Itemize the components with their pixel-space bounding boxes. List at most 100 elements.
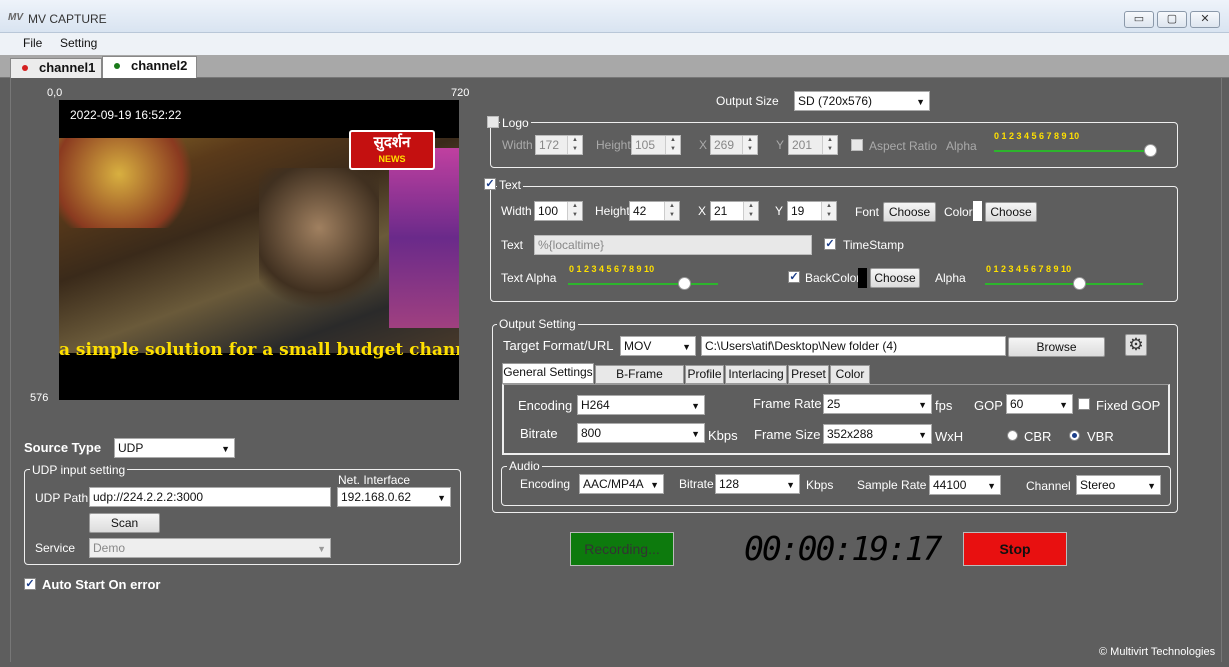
auto-start-checkbox[interactable]: ✓ xyxy=(24,578,36,590)
tab-profile[interactable]: Profile xyxy=(685,365,724,384)
chevron-down-icon: ▼ xyxy=(918,430,927,440)
tab-color[interactable]: Color xyxy=(830,365,870,384)
text-text-input[interactable]: %{localtime} xyxy=(534,235,812,255)
fixed-gop-checkbox[interactable] xyxy=(1078,398,1090,410)
tab-channel1[interactable]: channel1 xyxy=(10,58,102,78)
text-height-value: 42 xyxy=(633,204,647,218)
logo-alpha-label: Alpha xyxy=(946,139,977,153)
text-width-input[interactable]: 100 ▲ ▼ xyxy=(534,201,583,221)
slider-thumb[interactable] xyxy=(1073,277,1086,290)
channel2-status-dot xyxy=(114,63,120,69)
udp-path-input[interactable]: udp://224.2.2.2:3000 xyxy=(89,487,331,507)
chevron-down-icon: ▼ xyxy=(1059,400,1068,410)
cbr-radio[interactable] xyxy=(1007,430,1018,441)
audio-channel-select[interactable]: Stereo ▼ xyxy=(1076,475,1161,495)
title-bar: MV MV CAPTURE ▭ ▢ ✕ xyxy=(0,0,1229,33)
target-format-label: Target Format/URL xyxy=(503,338,614,353)
encoding-value: H264 xyxy=(581,398,610,412)
minimize-button[interactable]: ▭ xyxy=(1124,11,1154,28)
spin-icon[interactable]: ▲ ▼ xyxy=(742,136,757,154)
spin-icon[interactable]: ▲ ▼ xyxy=(567,136,582,154)
sample-rate-label: Sample Rate xyxy=(857,478,927,492)
target-path-input[interactable]: C:\Users\atif\Desktop\New folder (4) xyxy=(701,336,1006,356)
encoding-select[interactable]: H264 ▼ xyxy=(577,395,705,415)
tab-channel2-label: channel2 xyxy=(131,58,188,73)
slider-track xyxy=(994,150,1148,152)
tab-interlacing[interactable]: Interlacing xyxy=(725,365,787,384)
text-alpha-slider[interactable] xyxy=(568,277,728,291)
text-y-input[interactable]: 19 ▲ ▼ xyxy=(787,201,837,221)
tab-preset[interactable]: Preset xyxy=(788,365,829,384)
audio-encoding-value: AAC/MP4A xyxy=(583,477,644,491)
logo-height-label: Height xyxy=(596,138,631,152)
logo-width-input[interactable]: 172 ▲ ▼ xyxy=(535,135,583,155)
logo-y-label: Y xyxy=(776,138,785,152)
backcolor-checkbox[interactable]: ✓ xyxy=(788,271,800,283)
vbr-radio[interactable] xyxy=(1069,430,1080,441)
spin-icon[interactable]: ▲ ▼ xyxy=(665,136,680,154)
backcolor-swatch xyxy=(858,268,867,288)
tab-bframe-settings[interactable]: B-Frame settings xyxy=(595,365,684,398)
bitrate-label: Bitrate xyxy=(520,426,558,441)
tab-general-settings[interactable]: General Settings xyxy=(502,363,594,384)
preview-scene-garland xyxy=(389,148,459,328)
target-format-select[interactable]: MOV ▼ xyxy=(620,336,696,356)
recording-button[interactable]: Recording... xyxy=(570,532,674,566)
service-select[interactable]: Demo ▼ xyxy=(89,538,331,558)
close-button[interactable]: ✕ xyxy=(1190,11,1220,28)
color-choose-button[interactable]: Choose xyxy=(985,202,1037,222)
slider-track xyxy=(568,283,718,285)
service-value: Demo xyxy=(93,541,126,555)
sample-rate-select[interactable]: 44100 ▼ xyxy=(929,475,1001,495)
back-alpha-slider[interactable] xyxy=(985,277,1145,291)
logo-width-label: Width xyxy=(502,138,533,152)
slider-thumb[interactable] xyxy=(678,277,691,290)
spin-icon[interactable]: ▲ ▼ xyxy=(664,202,679,220)
timestamp-checkbox[interactable]: ✓ xyxy=(824,238,836,250)
logo-x-input[interactable]: 269 ▲ ▼ xyxy=(710,135,758,155)
bitrate-select[interactable]: 800 ▼ xyxy=(577,423,705,443)
frame-rate-select[interactable]: 25 ▼ xyxy=(823,394,932,414)
source-type-select[interactable]: UDP ▼ xyxy=(114,438,235,458)
logo-checkbox[interactable] xyxy=(487,116,499,128)
aspect-ratio-checkbox[interactable] xyxy=(851,139,863,151)
tab-channel2[interactable]: channel2 xyxy=(102,56,197,78)
output-setting-label: Output Setting xyxy=(497,317,578,331)
text-checkbox[interactable]: ✓ xyxy=(484,178,496,190)
logo-y-input[interactable]: 201 ▲ ▼ xyxy=(788,135,838,155)
tab-channel1-label: channel1 xyxy=(39,60,96,75)
logo-height-input[interactable]: 105 ▲ ▼ xyxy=(631,135,681,155)
spin-icon[interactable]: ▲ ▼ xyxy=(822,136,837,154)
logo-alpha-slider[interactable] xyxy=(994,144,1157,158)
frame-size-select[interactable]: 352x288 ▼ xyxy=(823,424,932,444)
audio-bitrate-select[interactable]: 128 ▼ xyxy=(715,474,800,494)
text-y-value: 19 xyxy=(791,204,805,218)
stop-button[interactable]: Stop xyxy=(963,532,1067,566)
menu-file[interactable]: File xyxy=(23,36,42,50)
scan-button[interactable]: Scan xyxy=(89,513,160,533)
maximize-button[interactable]: ▢ xyxy=(1157,11,1187,28)
audio-encoding-select[interactable]: AAC/MP4A ▼ xyxy=(579,474,664,494)
backcolor-choose-button[interactable]: Choose xyxy=(870,268,920,288)
spin-icon[interactable]: ▲ ▼ xyxy=(743,202,758,220)
spin-icon[interactable]: ▲ ▼ xyxy=(567,202,582,220)
spin-icon[interactable]: ▲ ▼ xyxy=(821,202,836,220)
text-width-label: Width xyxy=(501,204,532,218)
browse-button[interactable]: Browse xyxy=(1008,337,1105,357)
back-alpha-ticks: 0 1 2 3 4 5 6 7 8 9 10 xyxy=(986,264,1072,274)
text-x-value: 21 xyxy=(714,204,728,218)
text-height-input[interactable]: 42 ▲ ▼ xyxy=(629,201,680,221)
gop-select[interactable]: 60 ▼ xyxy=(1006,394,1073,414)
text-x-input[interactable]: 21 ▲ ▼ xyxy=(710,201,759,221)
output-size-select[interactable]: SD (720x576) ▼ xyxy=(794,91,930,111)
font-choose-button[interactable]: Choose xyxy=(883,202,936,222)
bitrate-value: 800 xyxy=(581,426,602,440)
net-interface-select[interactable]: 192.168.0.62 ▼ xyxy=(337,487,451,507)
gear-icon[interactable]: ⚙ xyxy=(1125,334,1147,356)
menu-setting[interactable]: Setting xyxy=(60,36,97,50)
preview-scene-figure xyxy=(259,168,379,318)
slider-thumb[interactable] xyxy=(1144,144,1157,157)
back-alpha-label: Alpha xyxy=(935,271,966,285)
gop-label: GOP xyxy=(974,398,1003,413)
udp-group-label: UDP input setting xyxy=(30,463,128,477)
